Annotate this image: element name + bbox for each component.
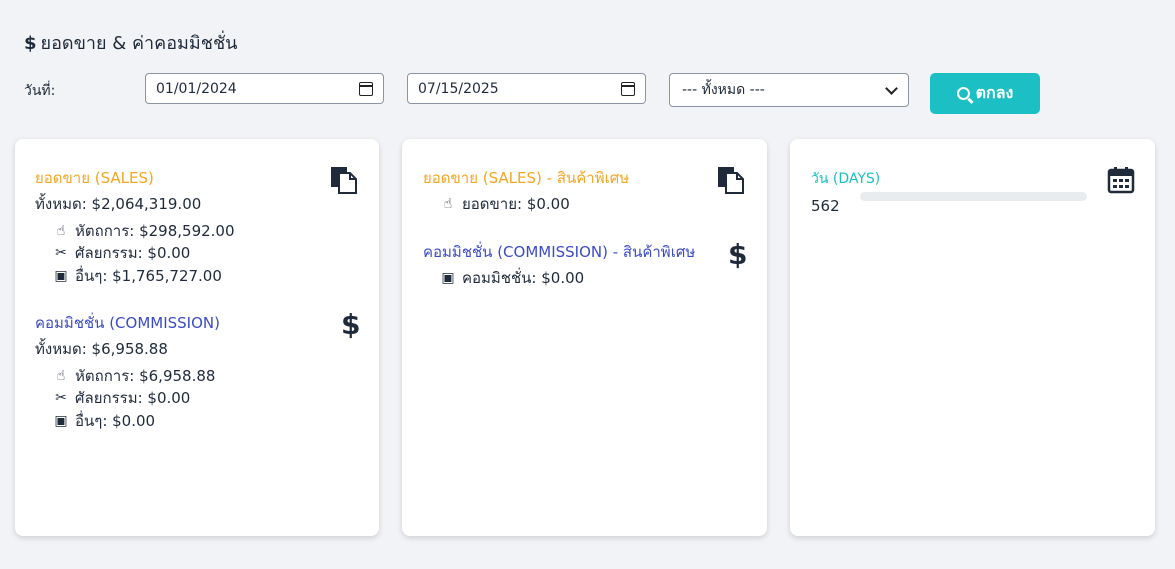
end-date-input[interactable]: 07/15/2025 — [407, 73, 646, 104]
page-title-text: ยอดขาย & ค่าคอมมิชชั่น — [40, 33, 238, 54]
contact-book-icon: ▣ — [441, 270, 455, 286]
dollar-icon: $ — [24, 33, 37, 54]
calendar-icon[interactable] — [359, 81, 373, 96]
documents-icon — [331, 167, 357, 194]
contact-book-icon: ▣ — [54, 413, 68, 429]
sales-item-procedure: ☝ หัตถการ: $298,592.00 — [53, 219, 235, 243]
days-value: 562 — [811, 197, 840, 215]
hand-icon: ☝ — [56, 223, 66, 239]
scissors-icon: ✂ — [55, 245, 67, 261]
documents-icon — [718, 167, 744, 194]
calendar-icon[interactable] — [621, 81, 635, 96]
start-date-input[interactable]: 01/01/2024 — [145, 73, 384, 104]
dollar-icon: $ — [341, 308, 361, 341]
special-sales-card: ยอดขาย (SALES) - สินค้าพิเศษ ☝ ยอดขาย: $… — [402, 139, 767, 536]
calendar-icon — [1107, 167, 1135, 194]
days-card: วัน (DAYS) 562 — [790, 139, 1155, 536]
special-sales-item: ☝ ยอดขาย: $0.00 — [440, 192, 570, 216]
sales-total: ทั้งหมด: $2,064,319.00 — [35, 195, 202, 213]
contact-book-icon: ▣ — [54, 268, 68, 284]
special-sales-title: ยอดขาย (SALES) - สินค้าพิเศษ — [423, 169, 630, 187]
commission-item-other: ▣ อื่นๆ: $0.00 — [54, 412, 156, 430]
sales-card: ยอดขาย (SALES) ทั้งหมด: $2,064,319.00 ☝ … — [15, 139, 379, 536]
days-title: วัน (DAYS) — [811, 171, 881, 187]
chevron-down-icon — [885, 81, 898, 95]
special-commission-title: คอมมิชชั่น (COMMISSION) - สินค้าพิเศษ — [423, 243, 696, 261]
date-label: วันที่: — [24, 83, 56, 99]
category-select-value: --- ทั้งหมด --- — [682, 82, 765, 98]
submit-label: ตกลง — [975, 83, 1014, 102]
search-icon — [956, 87, 970, 100]
hand-icon: ☝ — [56, 368, 66, 384]
commission-total: ทั้งหมด: $6,958.88 — [35, 340, 168, 358]
commission-title: คอมมิชชั่น (COMMISSION) — [35, 314, 220, 332]
end-date-value: 07/15/2025 — [418, 80, 499, 97]
scissors-icon: ✂ — [55, 390, 67, 406]
sales-item-surgery: ✂ ศัลยกรรม: $0.00 — [53, 241, 190, 265]
special-commission-item: ▣ คอมมิชชั่น: $0.00 — [441, 269, 585, 287]
category-select[interactable]: --- ทั้งหมด --- — [669, 73, 909, 107]
submit-button[interactable]: ตกลง — [930, 73, 1040, 114]
commission-item-surgery: ✂ ศัลยกรรม: $0.00 — [53, 386, 190, 410]
page-title: $ ยอดขาย & ค่าคอมมิชชั่น — [24, 28, 238, 57]
sales-title: ยอดขาย (SALES) — [35, 169, 154, 187]
dollar-icon: $ — [728, 238, 748, 271]
commission-item-procedure: ☝ หัตถการ: $6,958.88 — [53, 364, 216, 388]
sales-item-other: ▣ อื่นๆ: $1,765,727.00 — [54, 267, 222, 285]
days-progress-bar — [860, 192, 1087, 201]
start-date-value: 01/01/2024 — [156, 80, 237, 97]
hand-icon: ☝ — [443, 196, 453, 212]
